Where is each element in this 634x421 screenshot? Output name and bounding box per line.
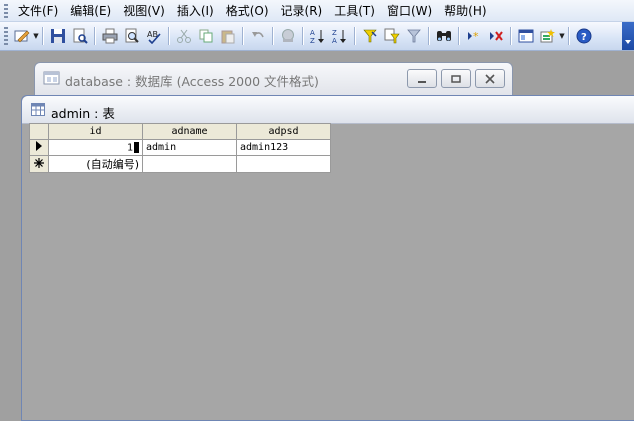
- spelling-icon[interactable]: AB: [144, 26, 164, 46]
- filter-by-selection-icon[interactable]: [360, 26, 380, 46]
- toolbar: ▼ AB AZ ZA * ▼ ?: [0, 22, 634, 51]
- table-window-titlebar[interactable]: admin : 表: [22, 96, 634, 124]
- help-icon[interactable]: ?: [574, 26, 594, 46]
- find-icon[interactable]: [434, 26, 454, 46]
- toolbar-separator: [428, 27, 430, 45]
- text-cursor: [134, 141, 139, 153]
- hyperlink-icon[interactable]: [278, 26, 298, 46]
- column-header-id[interactable]: id: [48, 123, 143, 140]
- new-object-icon[interactable]: [538, 26, 558, 46]
- menu-view[interactable]: 视图(V): [117, 2, 171, 20]
- menu-bar: 文件(F) 编辑(E) 视图(V) 插入(I) 格式(O) 记录(R) 工具(T…: [0, 0, 634, 22]
- new-object-dropdown-arrow[interactable]: ▼: [559, 26, 565, 46]
- svg-text:Z: Z: [310, 37, 315, 44]
- menubar-grip[interactable]: [4, 3, 8, 18]
- toolbar-separator: [354, 27, 356, 45]
- menu-tools[interactable]: 工具(T): [328, 2, 381, 20]
- menu-format[interactable]: 格式(O): [220, 2, 275, 20]
- new-cell-adpsd[interactable]: [236, 155, 331, 173]
- current-record-icon: [36, 141, 42, 151]
- undo-icon[interactable]: [248, 26, 268, 46]
- filter-by-form-icon[interactable]: [382, 26, 402, 46]
- delete-record-icon[interactable]: [486, 26, 506, 46]
- toolbar-separator: [510, 27, 512, 45]
- menu-window[interactable]: 窗口(W): [381, 2, 438, 20]
- header-row: id adname adpsd: [29, 123, 331, 140]
- menu-help[interactable]: 帮助(H): [438, 2, 492, 20]
- table-window-title: admin : 表: [51, 106, 115, 121]
- toolbar-separator: [42, 27, 44, 45]
- column-header-adpsd[interactable]: adpsd: [236, 123, 331, 140]
- svg-text:A: A: [310, 29, 315, 37]
- toolbar-separator: [272, 27, 274, 45]
- database-window-controls: [407, 69, 505, 88]
- toolbar-separator: [568, 27, 570, 45]
- cell-id-value: 1: [126, 142, 133, 154]
- database-window-icon[interactable]: [516, 26, 536, 46]
- toolbar-separator: [168, 27, 170, 45]
- new-cell-id[interactable]: (自动编号): [48, 155, 143, 173]
- paste-icon[interactable]: [218, 26, 238, 46]
- sort-descending-icon[interactable]: ZA: [330, 26, 350, 46]
- database-icon: [43, 70, 61, 89]
- menu-edit[interactable]: 编辑(E): [64, 2, 117, 20]
- toolbar-separator: [242, 27, 244, 45]
- toolbar-separator: [458, 27, 460, 45]
- cut-icon[interactable]: [174, 26, 194, 46]
- toolbar-separator: [94, 27, 96, 45]
- new-record-icon[interactable]: *: [464, 26, 484, 46]
- new-record-asterisk-icon: [34, 157, 44, 168]
- print-preview-icon[interactable]: [122, 26, 142, 46]
- database-window-title: database : 数据库 (Access 2000 文件格式): [65, 74, 319, 89]
- current-record-selector[interactable]: [29, 139, 49, 156]
- table-row: 1 admin admin123: [29, 139, 331, 156]
- cell-adpsd[interactable]: admin123: [236, 139, 331, 156]
- autonumber-placeholder: (自动编号): [86, 158, 139, 171]
- menu-records[interactable]: 记录(R): [275, 2, 329, 20]
- save-icon[interactable]: [48, 26, 68, 46]
- file-search-icon[interactable]: [70, 26, 90, 46]
- close-button[interactable]: [475, 69, 505, 88]
- new-record-row: (自动编号): [29, 155, 331, 173]
- new-cell-adname[interactable]: [142, 155, 237, 173]
- sort-ascending-icon[interactable]: AZ: [308, 26, 328, 46]
- cell-adname[interactable]: admin: [142, 139, 237, 156]
- cell-id[interactable]: 1: [48, 139, 143, 156]
- datasheet-grid: id adname adpsd 1 admin admin123 (自动编号): [29, 123, 331, 173]
- column-header-adname[interactable]: adname: [142, 123, 237, 140]
- select-all-corner[interactable]: [29, 123, 49, 140]
- restore-button[interactable]: [441, 69, 471, 88]
- toolbar-grip[interactable]: [4, 27, 8, 45]
- design-view-icon[interactable]: [12, 26, 32, 46]
- copy-icon[interactable]: [196, 26, 216, 46]
- svg-text:A: A: [332, 37, 337, 44]
- svg-text:Z: Z: [332, 29, 337, 37]
- svg-text:*: *: [473, 30, 479, 43]
- toolbar-separator: [302, 27, 304, 45]
- view-dropdown-arrow[interactable]: ▼: [33, 26, 39, 46]
- toolbar-options-icon[interactable]: [622, 22, 634, 50]
- print-icon[interactable]: [100, 26, 120, 46]
- svg-text:?: ?: [581, 32, 587, 43]
- menu-file[interactable]: 文件(F): [12, 2, 64, 20]
- minimize-button[interactable]: [407, 69, 437, 88]
- menu-insert[interactable]: 插入(I): [171, 2, 220, 20]
- new-record-selector[interactable]: [29, 155, 49, 173]
- apply-filter-icon[interactable]: [404, 26, 424, 46]
- table-icon: [31, 103, 45, 119]
